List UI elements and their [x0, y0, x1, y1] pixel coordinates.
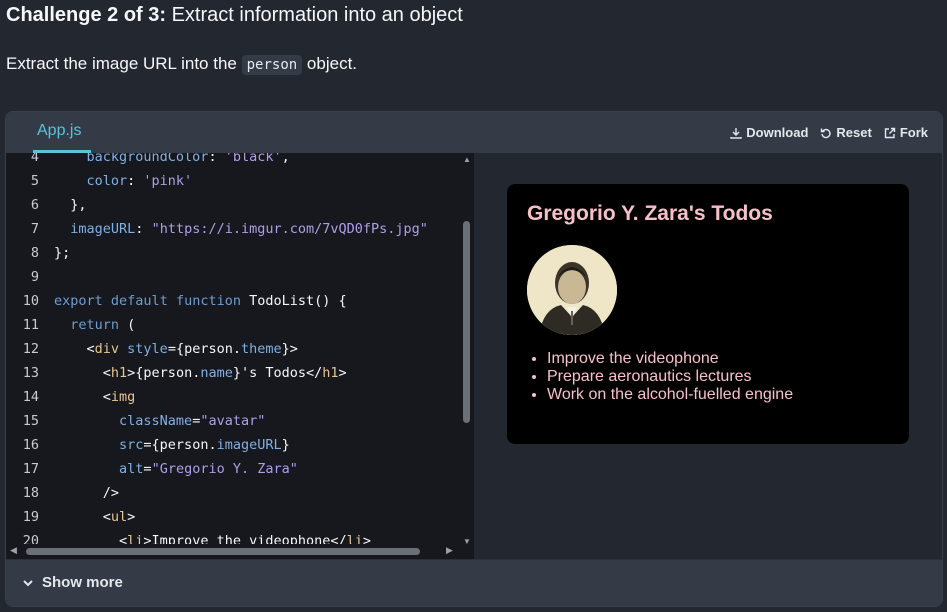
- line-code: <div style={person.theme}>: [54, 341, 298, 357]
- line-code: <ul>: [54, 509, 136, 525]
- code-line: 11 return (: [6, 313, 461, 337]
- line-code: />: [54, 485, 120, 501]
- line-code: className="avatar": [119, 413, 266, 429]
- code-line: 15 className="avatar": [6, 409, 461, 433]
- line-number: 12: [22, 341, 39, 357]
- challenge-prefix: Challenge 2 of 3:: [6, 4, 167, 26]
- line-number: 6: [30, 197, 39, 213]
- chevron-down-icon: [23, 579, 33, 586]
- todo-item: Prepare aeronautics lectures: [547, 368, 793, 386]
- download-button[interactable]: Download: [730, 125, 808, 140]
- line-code: return (: [70, 317, 136, 333]
- show-more-button[interactable]: Show more: [22, 574, 123, 591]
- challenge-description: Extract the image URL into the person ob…: [6, 54, 358, 75]
- line-code: backgroundColor: 'black',: [86, 153, 290, 165]
- code-line: 14 <img: [6, 385, 461, 409]
- todo-card: Gregorio Y. Zara's Todos Improve the vid…: [507, 184, 909, 444]
- line-code: <img: [54, 389, 136, 405]
- code-lines: 4 backgroundColor: 'black', 5 color: 'pin…: [6, 153, 461, 553]
- fork-button[interactable]: Fork: [884, 125, 928, 140]
- line-number: 17: [22, 461, 39, 477]
- line-number: 10: [22, 293, 39, 309]
- line-code: export default function TodoList() {: [54, 293, 347, 309]
- description-before: Extract the image URL into the: [6, 54, 237, 73]
- download-label: Download: [746, 125, 809, 140]
- line-code: color: 'pink': [86, 173, 193, 189]
- line-number: 11: [22, 317, 39, 333]
- download-icon: [730, 127, 742, 139]
- preview-pane: Gregorio Y. Zara's Todos Improve the vid…: [474, 153, 942, 559]
- scroll-left-arrow-icon[interactable]: ◀: [10, 545, 17, 556]
- code-line: 4 backgroundColor: 'black',: [6, 153, 461, 169]
- code-line: 19 <ul>: [6, 505, 461, 529]
- external-link-icon: [884, 127, 896, 138]
- line-number: 15: [22, 413, 39, 429]
- line-code: <h1>{person.name}'s Todos</h1>: [54, 365, 347, 381]
- code-line: 6 },: [6, 193, 461, 217]
- code-line: 12 <div style={person.theme}>: [6, 337, 461, 361]
- challenge-heading: Extract information into an object: [171, 4, 463, 26]
- sandbox-actions: Download Reset Fork: [730, 125, 928, 140]
- line-number: 9: [30, 269, 39, 285]
- horizontal-scrollbar[interactable]: ◀ ▶: [6, 544, 461, 559]
- todo-item: Work on the alcohol-fuelled engine: [547, 386, 793, 404]
- vertical-scroll-thumb[interactable]: [463, 221, 470, 423]
- code-line: 18 />: [6, 481, 461, 505]
- line-number: 8: [30, 245, 39, 261]
- fork-label: Fork: [899, 125, 928, 140]
- portrait-image: [527, 245, 617, 335]
- line-number: 5: [30, 173, 39, 189]
- code-line: 8};: [6, 241, 461, 265]
- code-line: 17 alt="Gregorio Y. Zara": [6, 457, 461, 481]
- line-number: 14: [22, 389, 39, 405]
- line-number: 13: [22, 365, 39, 381]
- code-line: 9: [6, 265, 461, 289]
- file-tab-app-js[interactable]: App.js: [37, 122, 81, 140]
- horizontal-scroll-thumb[interactable]: [26, 548, 420, 555]
- reset-icon: [821, 128, 831, 138]
- scroll-right-arrow-icon[interactable]: ▶: [446, 545, 453, 556]
- code-line: 5 color: 'pink': [6, 169, 461, 193]
- sandbox-tabbar: App.js Download Reset Fork: [6, 112, 942, 154]
- line-code: };: [54, 245, 71, 261]
- line-number: 18: [22, 485, 39, 501]
- line-number: 7: [30, 221, 39, 237]
- code-line: 7 imageURL: "https://i.imgur.com/7vQD0fP…: [6, 217, 461, 241]
- description-after: object.: [306, 54, 358, 73]
- scroll-up-arrow-icon[interactable]: ▲: [463, 155, 471, 164]
- line-number: 19: [22, 509, 39, 525]
- avatar: [527, 245, 617, 335]
- description-code: person: [241, 55, 303, 75]
- line-code: src={person.imageURL}: [119, 437, 290, 453]
- code-line: 10 export default function TodoList() {: [6, 289, 461, 313]
- code-line: 13 <h1>{person.name}'s Todos</h1>: [6, 361, 461, 385]
- sandbox-footer: Show more: [6, 559, 942, 606]
- line-code: alt="Gregorio Y. Zara": [119, 461, 298, 477]
- challenge-title: Challenge 2 of 3: Extract information in…: [6, 4, 463, 27]
- vertical-scrollbar[interactable]: ▲ ▼: [461, 153, 474, 549]
- code-editor[interactable]: 4 backgroundColor: 'black', 5 color: 'pin…: [6, 153, 474, 559]
- line-number: 16: [22, 437, 39, 453]
- line-number: 4: [30, 153, 39, 165]
- code-sandbox: App.js Download Reset Fork 4 backgroundC…: [5, 111, 943, 607]
- todo-item: Improve the videophone: [547, 350, 793, 368]
- line-code: },: [54, 197, 87, 213]
- show-more-label: Show more: [42, 574, 123, 591]
- code-line: 16 src={person.imageURL}: [6, 433, 461, 457]
- reset-button[interactable]: Reset: [820, 125, 872, 140]
- reset-label: Reset: [836, 125, 872, 140]
- scroll-down-arrow-icon[interactable]: ▼: [463, 537, 471, 546]
- todo-heading: Gregorio Y. Zara's Todos: [527, 202, 773, 225]
- todo-list: Improve the videophonePrepare aeronautic…: [527, 350, 793, 404]
- line-code: imageURL: "https://i.imgur.com/7vQD0fPs.…: [70, 221, 428, 237]
